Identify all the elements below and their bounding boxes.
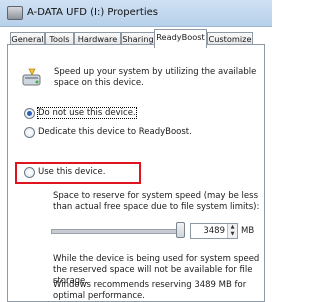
- space-slider-track[interactable]: [51, 229, 185, 234]
- option-dedicate-label: Dedicate this device to ReadyBoost.: [38, 127, 192, 137]
- space-spinbox[interactable]: 3489 ▲ ▼: [190, 223, 238, 239]
- option-do-not-use-label: Do not use this device.: [37, 107, 137, 119]
- option-use-device-label: Use this device.: [38, 167, 106, 177]
- readyboost-description: Speed up your system by utilizing the av…: [54, 67, 257, 88]
- tab-readyboost[interactable]: ReadyBoost: [154, 29, 207, 48]
- radio-dedicate[interactable]: [24, 127, 35, 138]
- window-title: A-DATA UFD (I:) Properties: [27, 7, 158, 18]
- radio-do-not-use[interactable]: [24, 108, 35, 119]
- recommendation-text: Windows recommends reserving 3489 MB for…: [53, 280, 247, 301]
- tab-strip: General Tools Hardware Sharing ReadyBoos…: [0, 29, 272, 48]
- properties-client: General Tools Hardware Sharing ReadyBoos…: [0, 27, 272, 302]
- radio-selected-dot: [27, 111, 32, 116]
- space-unit: MB: [241, 226, 255, 236]
- title-bar: A-DATA UFD (I:) Properties: [0, 0, 272, 27]
- readyboost-panel: Speed up your system by utilizing the av…: [7, 44, 265, 302]
- radio-use-device[interactable]: [24, 167, 35, 178]
- readyboost-drive-icon: [22, 68, 41, 86]
- spin-down-icon[interactable]: ▼: [227, 231, 237, 238]
- space-value: 3489: [203, 226, 225, 236]
- space-slider-thumb[interactable]: [176, 222, 185, 238]
- spin-up-icon[interactable]: ▲: [227, 224, 237, 231]
- space-reserve-label: Space to reserve for system speed (may b…: [53, 191, 260, 212]
- drive-icon: [7, 6, 23, 20]
